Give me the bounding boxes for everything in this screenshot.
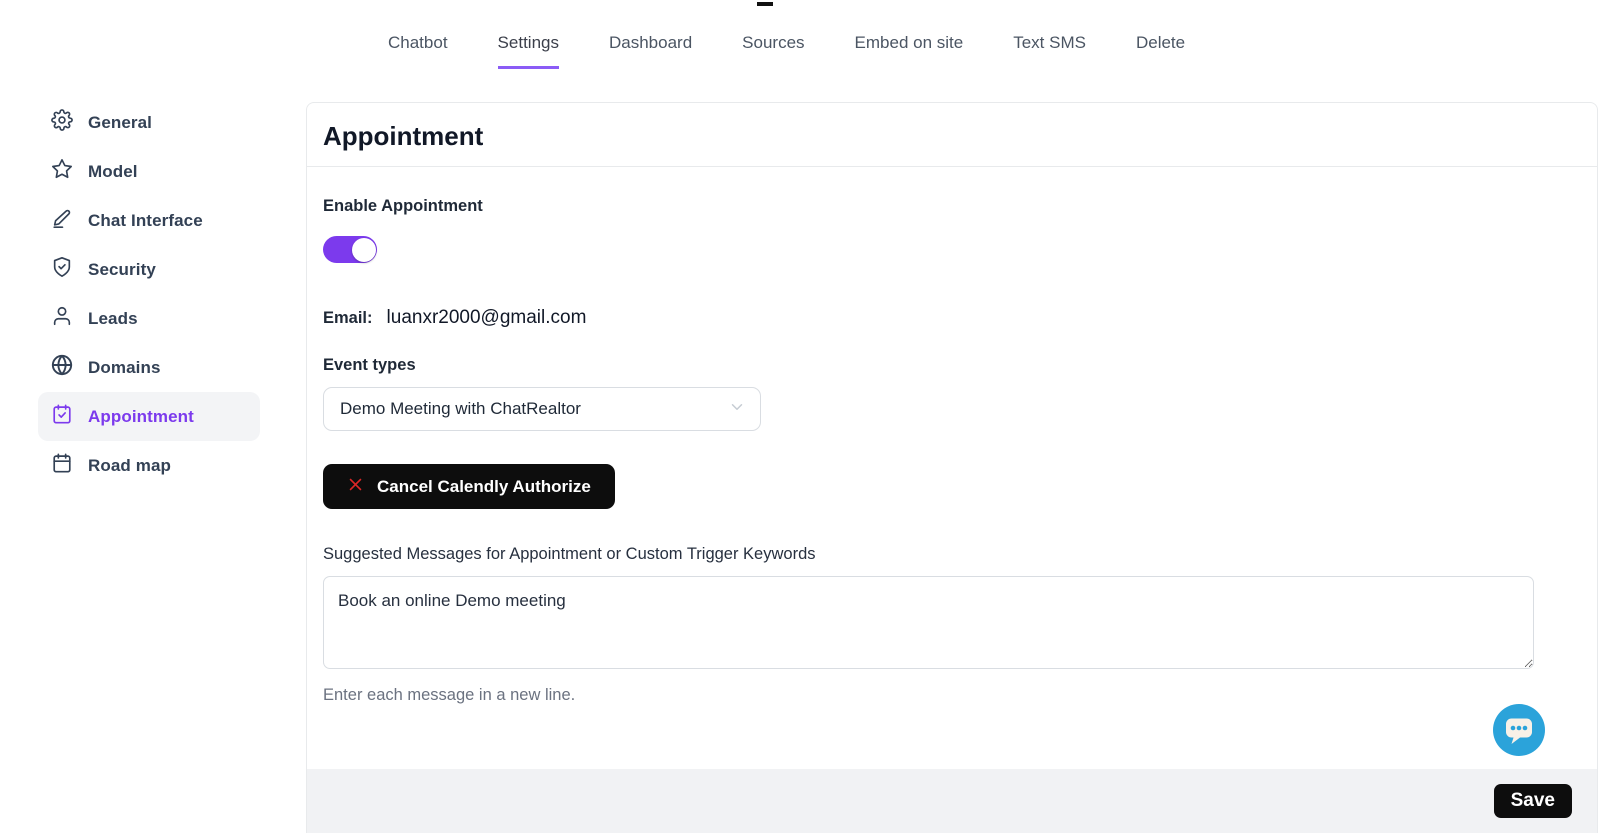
gear-icon — [51, 109, 73, 136]
sidebar-item-label: General — [88, 113, 152, 133]
email-label: Email: — [323, 309, 373, 328]
app-screen: Chatbot Settings Dashboard Sources Embed… — [0, 0, 1607, 833]
sidebar-item-model[interactable]: Model — [38, 147, 260, 196]
truncated-title-dash — [757, 2, 773, 6]
chevron-down-icon — [728, 398, 746, 421]
tab-text-sms[interactable]: Text SMS — [1013, 33, 1086, 66]
sidebar-item-label: Chat Interface — [88, 211, 203, 231]
cancel-calendly-authorize-label: Cancel Calendly Authorize — [377, 477, 591, 497]
sidebar-item-label: Appointment — [88, 407, 194, 427]
globe-icon — [51, 354, 73, 381]
enable-appointment-toggle[interactable] — [323, 236, 377, 263]
page-title: Appointment — [323, 121, 1581, 152]
toggle-knob — [352, 238, 376, 262]
sidebar-item-road-map[interactable]: Road map — [38, 441, 260, 490]
email-row: Email: luanxr2000@gmail.com — [323, 307, 1581, 329]
person-icon — [51, 305, 73, 332]
appointment-settings-panel: Appointment Enable Appointment Email: lu… — [306, 102, 1598, 833]
event-types-select[interactable]: Demo Meeting with ChatRealtor — [323, 387, 761, 431]
sidebar-item-domains[interactable]: Domains — [38, 343, 260, 392]
calendar-icon — [51, 452, 73, 479]
top-navigation: Chatbot Settings Dashboard Sources Embed… — [388, 33, 1185, 69]
sidebar-item-appointment[interactable]: Appointment — [38, 392, 260, 441]
tab-sources[interactable]: Sources — [742, 33, 804, 66]
suggested-messages-help-text: Enter each message in a new line. — [323, 686, 1581, 705]
event-types-label: Event types — [323, 356, 1581, 375]
sidebar-item-label: Model — [88, 162, 138, 182]
cancel-calendly-authorize-button[interactable]: Cancel Calendly Authorize — [323, 464, 615, 509]
event-types-selected-value: Demo Meeting with ChatRealtor — [340, 399, 581, 419]
sidebar-item-label: Leads — [88, 309, 138, 329]
panel-header: Appointment — [307, 103, 1597, 167]
tab-delete[interactable]: Delete — [1136, 33, 1185, 66]
sidebar-item-label: Security — [88, 260, 156, 280]
sidebar-item-label: Road map — [88, 456, 171, 476]
tab-chatbot[interactable]: Chatbot — [388, 33, 448, 66]
settings-sidebar: General Model Chat Interface Security Le… — [38, 98, 260, 490]
sidebar-item-chat-interface[interactable]: Chat Interface — [38, 196, 260, 245]
sidebar-item-security[interactable]: Security — [38, 245, 260, 294]
email-value: luanxr2000@gmail.com — [387, 307, 587, 329]
chat-bubble-icon — [1493, 743, 1545, 760]
sidebar-item-label: Domains — [88, 358, 161, 378]
suggested-messages-label: Suggested Messages for Appointment or Cu… — [323, 545, 1581, 564]
save-button[interactable]: Save — [1494, 784, 1572, 818]
tab-dashboard[interactable]: Dashboard — [609, 33, 692, 66]
close-icon — [347, 476, 364, 498]
panel-body: Enable Appointment Email: luanxr2000@gma… — [307, 167, 1597, 705]
tab-settings[interactable]: Settings — [498, 33, 559, 69]
sidebar-item-general[interactable]: General — [38, 98, 260, 147]
chat-widget-button[interactable] — [1493, 704, 1545, 756]
star-icon — [51, 158, 73, 185]
panel-footer: Save — [307, 769, 1597, 833]
tab-embed-on-site[interactable]: Embed on site — [855, 33, 964, 66]
pencil-icon — [51, 207, 73, 234]
shield-check-icon — [51, 256, 73, 283]
sidebar-item-leads[interactable]: Leads — [38, 294, 260, 343]
suggested-messages-textarea[interactable]: Book an online Demo meeting — [323, 576, 1534, 669]
enable-appointment-label: Enable Appointment — [323, 197, 1581, 216]
calendar-check-icon — [51, 403, 73, 430]
